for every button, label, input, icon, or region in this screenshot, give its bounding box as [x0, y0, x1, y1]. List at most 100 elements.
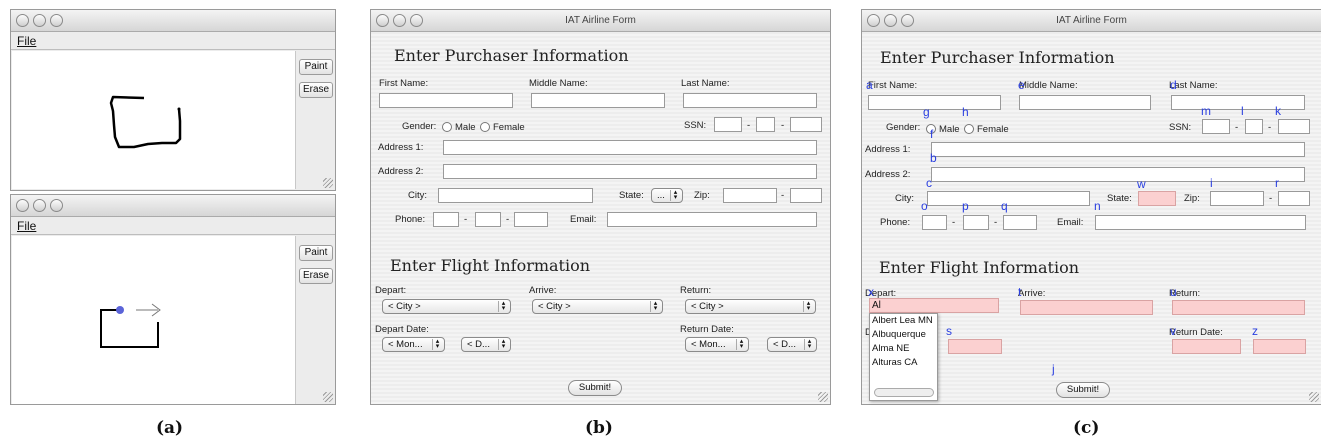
- resize-grip[interactable]: [1309, 392, 1319, 402]
- select-arrows-icon: ▴ ▾: [670, 189, 680, 201]
- zip-field[interactable]: [723, 188, 777, 203]
- female-radio[interactable]: [964, 124, 974, 134]
- close-window-button[interactable]: [16, 14, 29, 27]
- address-2-field[interactable]: [443, 164, 817, 179]
- drawing-canvas[interactable]: [12, 236, 296, 404]
- city-field[interactable]: [927, 191, 1090, 206]
- annotation-i: i: [1210, 176, 1213, 190]
- phone-line-field[interactable]: [514, 212, 548, 227]
- window-title: IAT Airline Form: [1056, 15, 1127, 26]
- resize-grip[interactable]: [323, 392, 333, 402]
- erase-button[interactable]: Erase: [299, 268, 333, 284]
- email-field[interactable]: [607, 212, 817, 227]
- first-name-label: First Name:: [868, 80, 918, 91]
- annotation-x: x: [868, 285, 874, 299]
- phone-area-field[interactable]: [922, 215, 947, 230]
- autocomplete-option[interactable]: Albert Lea MN: [870, 314, 937, 328]
- return-month-field-error[interactable]: [1172, 339, 1241, 354]
- return-month-select[interactable]: < Mon... ▴ ▾: [685, 337, 749, 352]
- select-arrows-icon: ▴ ▾: [736, 338, 746, 350]
- resize-grip[interactable]: [323, 178, 333, 188]
- autocomplete-option[interactable]: Alturas CA: [870, 356, 937, 370]
- flight-heading: Enter Flight Information: [879, 258, 1080, 277]
- submit-button[interactable]: Submit!: [568, 380, 622, 396]
- paint-button[interactable]: Paint: [299, 59, 333, 75]
- erase-button[interactable]: Erase: [299, 82, 333, 98]
- ssn-field-3[interactable]: [1278, 119, 1310, 134]
- minimize-window-button[interactable]: [33, 14, 46, 27]
- address-1-label: Address 1:: [378, 142, 424, 153]
- arrive-city-select[interactable]: < City > ▴ ▾: [532, 299, 663, 314]
- minimize-window-button[interactable]: [33, 199, 46, 212]
- depart-day-field-error[interactable]: [948, 339, 1002, 354]
- ssn-field-3[interactable]: [790, 117, 822, 132]
- depart-autocomplete-input[interactable]: Al: [869, 298, 999, 313]
- submit-button[interactable]: Submit!: [1056, 382, 1110, 398]
- middle-name-field[interactable]: [531, 93, 665, 108]
- return-date-label: Return Date:: [1169, 327, 1223, 338]
- first-name-field[interactable]: [868, 95, 1001, 110]
- figure-label-b: (b): [585, 418, 613, 438]
- zoom-window-button[interactable]: [50, 199, 63, 212]
- ssn-field-1[interactable]: [1202, 119, 1230, 134]
- depart-month-select[interactable]: < Mon... ▴ ▾: [382, 337, 445, 352]
- state-label: State:: [619, 190, 644, 201]
- zip-ext-field[interactable]: [790, 188, 822, 203]
- city-field[interactable]: [438, 188, 593, 203]
- annotation-o: o: [921, 199, 928, 213]
- airline-form-window-b: IAT Airline Form Enter Purchaser Informa…: [370, 9, 831, 405]
- depart-city-select[interactable]: < City > ▴ ▾: [382, 299, 511, 314]
- form-body: Enter Purchaser Information First Name: …: [371, 32, 830, 404]
- phone-label: Phone:: [395, 214, 426, 225]
- male-radio[interactable]: [442, 122, 452, 132]
- arrive-field-error[interactable]: [1020, 300, 1153, 315]
- depart-day-select[interactable]: < D... ▴ ▾: [461, 337, 511, 352]
- phone-dash: -: [952, 217, 956, 228]
- state-field-error[interactable]: [1138, 191, 1176, 206]
- address-2-field[interactable]: [931, 167, 1305, 182]
- annotation-l: l: [1241, 104, 1244, 118]
- return-day-select[interactable]: < D... ▴ ▾: [767, 337, 817, 352]
- annotation-a: a: [866, 78, 873, 92]
- resize-grip[interactable]: [818, 392, 828, 402]
- phone-area-field[interactable]: [433, 212, 459, 227]
- annotation-f: f: [930, 127, 934, 141]
- autocomplete-option[interactable]: Alma NE: [870, 342, 937, 356]
- autocomplete-option[interactable]: Albuquerque: [870, 328, 937, 342]
- phone-prefix-field[interactable]: [475, 212, 501, 227]
- phone-line-field[interactable]: [1003, 215, 1037, 230]
- ssn-field-1[interactable]: [714, 117, 742, 132]
- select-arrows-icon: ▴ ▾: [650, 300, 660, 312]
- file-menu[interactable]: File: [17, 34, 36, 48]
- middle-name-field[interactable]: [1019, 95, 1151, 110]
- select-value: < Mon...: [691, 339, 726, 350]
- zip-ext-field[interactable]: [1278, 191, 1310, 206]
- female-radio[interactable]: [480, 122, 490, 132]
- zoom-window-button[interactable]: [50, 14, 63, 27]
- arrive-label: Arrive:: [529, 285, 557, 296]
- return-field-error[interactable]: [1172, 300, 1305, 315]
- state-select[interactable]: ... ▴ ▾: [651, 188, 683, 203]
- last-name-field[interactable]: [683, 93, 817, 108]
- return-city-select[interactable]: < City > ▴ ▾: [685, 299, 816, 314]
- annotation-t: t: [1018, 285, 1022, 299]
- drawing-canvas[interactable]: [12, 51, 296, 189]
- paint-button[interactable]: Paint: [299, 245, 333, 261]
- file-menu[interactable]: File: [17, 219, 36, 233]
- return-day-field-error[interactable]: [1253, 339, 1306, 354]
- ssn-field-2[interactable]: [1245, 119, 1263, 134]
- address-1-field[interactable]: [443, 140, 817, 155]
- email-field[interactable]: [1095, 215, 1306, 230]
- zip-field[interactable]: [1210, 191, 1264, 206]
- annotation-d: d: [1170, 78, 1177, 92]
- phone-prefix-field[interactable]: [963, 215, 989, 230]
- ssn-field-2[interactable]: [756, 117, 775, 132]
- address-1-field[interactable]: [931, 142, 1305, 157]
- horizontal-scrollbar[interactable]: [874, 388, 934, 397]
- annotation-m: m: [1201, 104, 1211, 118]
- first-name-field[interactable]: [379, 93, 513, 108]
- close-window-button[interactable]: [16, 199, 29, 212]
- drawn-stroke: [109, 95, 182, 149]
- last-name-field[interactable]: [1171, 95, 1305, 110]
- annotation-g: g: [923, 105, 930, 119]
